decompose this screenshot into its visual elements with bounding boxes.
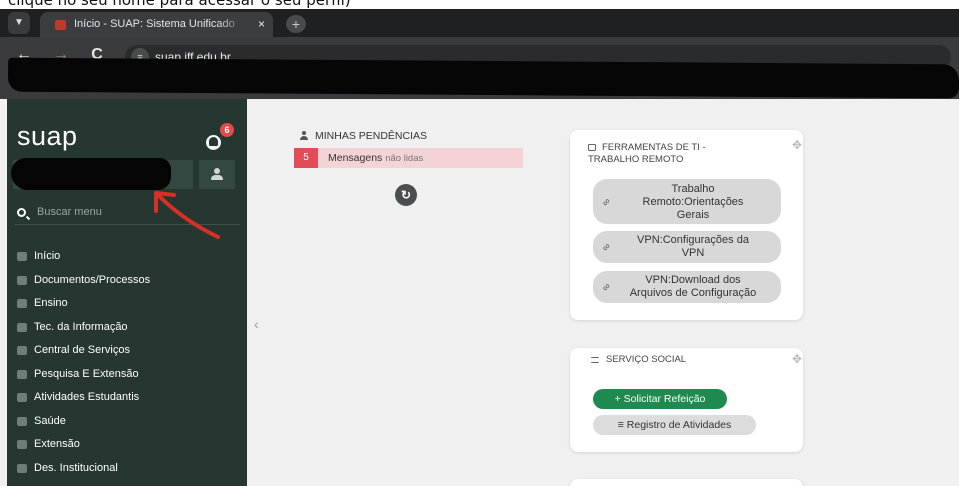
monitor-icon — [17, 322, 27, 332]
user-icon — [214, 168, 220, 174]
browser-tab-bar: ▼ Início - SUAP: Sistema Unificado × + — [0, 9, 959, 37]
solicitar-refeicao-button[interactable]: + Solicitar Refeição — [593, 389, 727, 409]
sidebar-item-tec-informacao[interactable]: Tec. da Informação — [17, 316, 243, 340]
plus-icon: + — [614, 393, 624, 405]
link-vpn-download[interactable]: ∞ VPN:Download dos Arquivos de Configura… — [593, 271, 781, 303]
redaction-scribble — [7, 57, 959, 99]
card-next — [570, 479, 803, 486]
sidebar-item-inicio[interactable]: Início — [17, 245, 243, 269]
registro-atividades-button[interactable]: ≡ Registro de Atividades — [593, 415, 756, 435]
sidebar-item-label: Central de Serviços — [34, 344, 130, 356]
caption-text: clique no seu nome para acessar o seu pe… — [0, 0, 959, 9]
search-icon — [17, 208, 26, 217]
sidebar-item-label: Ensino — [34, 297, 68, 309]
pendencia-count-badge: 5 — [294, 148, 318, 168]
sidebar-item-label: Documentos/Processos — [34, 273, 151, 286]
folder-icon — [17, 275, 27, 285]
bell-glyph — [209, 137, 218, 146]
notification-badge: 6 — [220, 123, 234, 137]
user-icon-body — [211, 175, 223, 180]
sidebar-item-atividades[interactable]: Atividades Estudantis — [17, 386, 243, 410]
sidebar-item-label: Início — [34, 250, 61, 262]
tab-search-icon[interactable]: ▼ — [8, 12, 30, 34]
monitor-icon — [588, 144, 596, 151]
student-icon — [17, 393, 27, 402]
suap-favicon-icon — [55, 20, 66, 30]
sidebar-item-pesquisa[interactable]: Pesquisa E Extensão — [17, 363, 243, 387]
link-orientacoes-gerais[interactable]: ∞ Trabalho Remoto:Orientações Gerais — [593, 179, 781, 224]
pendencia-label: Mensagens não lidas — [328, 152, 424, 164]
menu-lines-icon — [591, 357, 599, 363]
close-tab-icon[interactable]: × — [258, 12, 265, 37]
sidebar: suap 6 Buscar menu Início Documentos/Pro… — [7, 99, 247, 486]
sidebar-item-label: Saúde — [34, 414, 66, 427]
tab-title: Início - SUAP: Sistema Unificado — [74, 18, 235, 30]
page-root: clique no seu nome para acessar o seu pe… — [0, 0, 959, 486]
sidebar-item-documentos[interactable]: Documentos/Processos — [17, 269, 243, 293]
sidebar-item-label: Des. Institucional — [34, 461, 118, 474]
move-handle-icon[interactable]: ✥ — [792, 352, 802, 366]
menu-search[interactable]: Buscar menu — [15, 205, 240, 225]
pendencia-mensagens[interactable]: 5 Mensagens não lidas — [294, 148, 523, 168]
card-servico-social-title: SERVIÇO SOCIAL — [606, 354, 687, 365]
user-icon — [299, 131, 309, 141]
sidebar-item-label: Extensão — [34, 438, 80, 450]
pendencias-title: MINHAS PENDÊNCIAS — [315, 130, 428, 142]
sidebar-item-central-servicos[interactable]: Central de Serviços — [17, 339, 243, 363]
move-handle-icon[interactable]: ✥ — [792, 138, 802, 152]
tab-title-fade — [217, 12, 247, 37]
browser-tab[interactable]: Início - SUAP: Sistema Unificado × — [40, 12, 273, 37]
list-icon: ≡ — [617, 419, 627, 431]
flask-icon — [17, 369, 27, 379]
sidebar-item-label: Pesquisa E Extensão — [34, 367, 139, 380]
search-input[interactable]: Buscar menu — [37, 206, 102, 218]
bell-icon[interactable] — [206, 135, 221, 150]
link-vpn-configuracoes[interactable]: ∞ VPN:Configurações da VPN — [593, 231, 781, 263]
sidebar-item-ensino[interactable]: Ensino — [17, 292, 243, 316]
user-name-link[interactable] — [11, 158, 193, 190]
sidebar-item-des-institucional[interactable]: Des. Institucional — [17, 457, 243, 481]
refresh-button[interactable]: ↻ — [395, 184, 417, 206]
sidebar-item-label: Tec. da Informação — [34, 320, 128, 333]
sidebar-item-saude[interactable]: Saúde — [17, 410, 243, 434]
heart-icon — [17, 416, 27, 426]
collapse-sidebar-icon[interactable]: ‹ — [254, 316, 259, 332]
chart-icon — [17, 463, 27, 473]
user-name-redaction — [11, 158, 171, 190]
new-tab-button[interactable]: + — [286, 15, 306, 33]
user-profile-button[interactable] — [199, 160, 235, 189]
sidebar-item-label: Atividades Estudantis — [34, 391, 140, 403]
suap-logo[interactable]: suap — [17, 121, 78, 152]
extension-icon — [17, 440, 27, 449]
sidebar-menu: Início Documentos/Processos Ensino Tec. … — [17, 245, 243, 480]
service-icon — [17, 346, 27, 355]
book-icon — [17, 299, 27, 308]
search-underline — [15, 224, 240, 225]
sidebar-item-extensao[interactable]: Extensão — [17, 433, 243, 457]
home-icon — [17, 252, 27, 261]
card-ferramentas-ti-title: FERRAMENTAS DE TI - TRABALHO REMOTO — [588, 142, 706, 165]
